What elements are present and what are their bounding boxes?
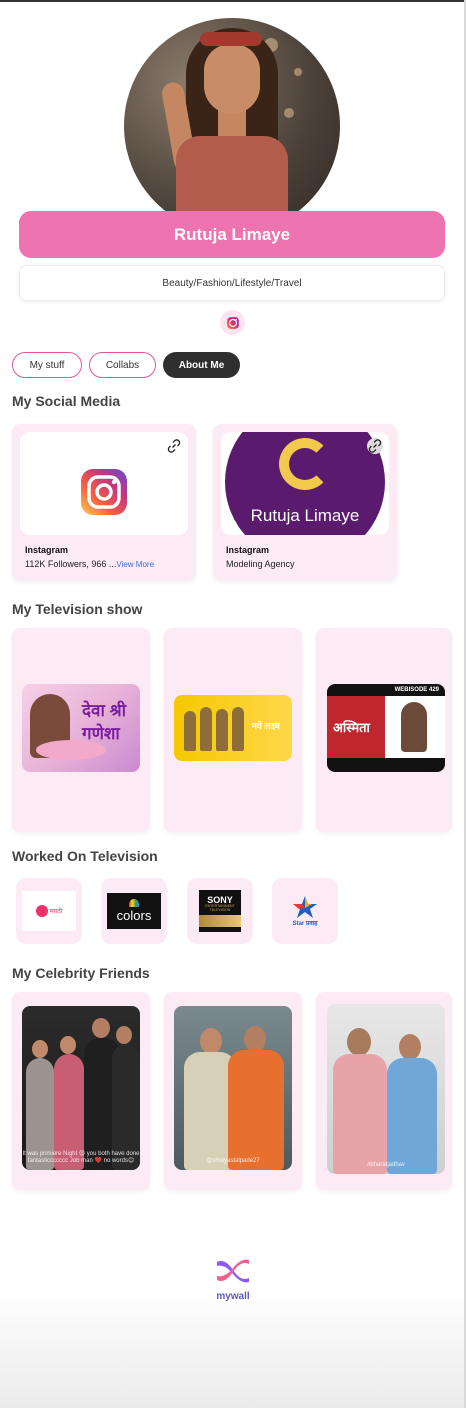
sony-logo-icon: SONY ENTERTAINMENT TELEVISION — [199, 890, 241, 932]
channel-card-zee-marathi[interactable]: मराठी — [16, 878, 82, 944]
channel-card-sony[interactable]: SONY ENTERTAINMENT TELEVISION — [187, 878, 253, 944]
section-title-worked-on-tv: Worked On Television — [12, 848, 158, 864]
agency-logo-mark — [279, 438, 331, 490]
celebrity-friend-card[interactable]: #bharatjadhav — [316, 992, 452, 1190]
friend-caption: #bharatjadhav — [366, 1162, 406, 1168]
channel-label: Star प्रवाह — [292, 921, 318, 927]
section-title-television-show: My Television show — [12, 601, 143, 617]
instagram-logo-icon — [81, 469, 127, 515]
nave-lakshya-poster: नवे लक्ष्य — [174, 695, 292, 761]
tab-label: Collabs — [105, 359, 140, 371]
section-title-celebrity-friends: My Celebrity Friends — [12, 965, 150, 981]
view-more-link[interactable]: View More — [116, 560, 154, 569]
friend-caption: @shreyastalpade27 — [206, 1158, 260, 1164]
social-card-instagram[interactable]: Instagram 112K Followers, 966 ...View Mo… — [12, 424, 196, 580]
zee-marathi-logo-icon: मराठी — [22, 891, 76, 931]
link-icon[interactable] — [166, 438, 182, 454]
social-platform: Instagram — [226, 545, 270, 555]
social-description: Modeling Agency — [226, 559, 295, 569]
instagram-icon — [226, 316, 239, 329]
webisode-badge: WEBISODE 429 — [392, 686, 441, 694]
mywall-logo: mywall — [210, 1258, 256, 1304]
social-stats: 112K Followers, 966 ... — [25, 559, 117, 569]
agency-logo-text: Rutuja Limaye — [250, 506, 360, 525]
tv-show-card[interactable]: नवे लक्ष्य — [164, 628, 302, 832]
star-icon — [293, 896, 317, 918]
tab-label: About Me — [178, 359, 225, 371]
section-title-social-media: My Social Media — [12, 393, 121, 409]
channel-card-colors[interactable]: colors — [101, 878, 167, 944]
social-description: 112K Followers, 966 ...View More — [25, 559, 154, 569]
deva-shree-ganesha-poster: देवा श्री गणेशा — [22, 684, 140, 772]
tab-collabs[interactable]: Collabs — [89, 352, 156, 378]
profile-category: Beauty/Fashion/Lifestyle/Travel — [162, 277, 302, 289]
asmita-poster: अस्मिता WEBISODE 429 — [327, 684, 445, 772]
profile-name: Rutuja Limaye — [173, 224, 291, 244]
tv-show-card[interactable]: देवा श्री गणेशा — [12, 628, 150, 832]
tab-my-stuff[interactable]: My stuff — [12, 352, 82, 378]
star-pravah-logo-icon: Star प्रवाह — [278, 891, 332, 931]
colors-logo-icon: colors — [107, 893, 161, 929]
channel-card-star-pravah[interactable]: Star प्रवाह — [272, 878, 338, 944]
channel-sublabel: ENTERTAINMENT TELEVISION — [205, 904, 235, 912]
social-thumb — [20, 432, 188, 535]
mywall-wordmark: mywall — [216, 1291, 250, 1302]
profile-avatar — [124, 18, 340, 234]
link-icon[interactable] — [367, 438, 383, 454]
tab-about-me[interactable]: About Me — [163, 352, 240, 378]
top-border — [0, 0, 466, 2]
celebrity-friend-card[interactable]: @shreyastalpade27 — [164, 992, 302, 1190]
profile-name-banner: Rutuja Limaye — [19, 211, 445, 258]
instagram-link-button[interactable] — [220, 310, 245, 335]
profile-category-box: Beauty/Fashion/Lifestyle/Travel — [19, 265, 445, 301]
celebrity-friend-card[interactable]: It was primiere Night 😍 you both have do… — [12, 992, 150, 1190]
friend-photo: @shreyastalpade27 — [174, 1006, 292, 1170]
social-platform: Instagram — [25, 545, 69, 555]
friend-caption: It was primiere Night 😍 you both have do… — [22, 1151, 140, 1164]
poster-title: देवा श्री गणेशा — [82, 701, 127, 743]
friend-photo: #bharatjadhav — [327, 1004, 445, 1174]
channel-label: colors — [116, 908, 152, 923]
poster-title: अस्मिता — [333, 720, 370, 735]
mywall-logo-icon — [217, 1259, 249, 1283]
tab-label: My stuff — [29, 359, 65, 371]
poster-title: नवे लक्ष्य — [252, 721, 280, 731]
tv-show-card[interactable]: अस्मिता WEBISODE 429 — [316, 628, 452, 832]
social-card-modeling-agency[interactable]: Rutuja Limaye Instagram Modeling Agency — [213, 424, 397, 580]
friend-photo: It was primiere Night 😍 you both have do… — [22, 1006, 140, 1170]
channel-label: मराठी — [49, 909, 63, 915]
social-thumb: Rutuja Limaye — [221, 432, 389, 535]
